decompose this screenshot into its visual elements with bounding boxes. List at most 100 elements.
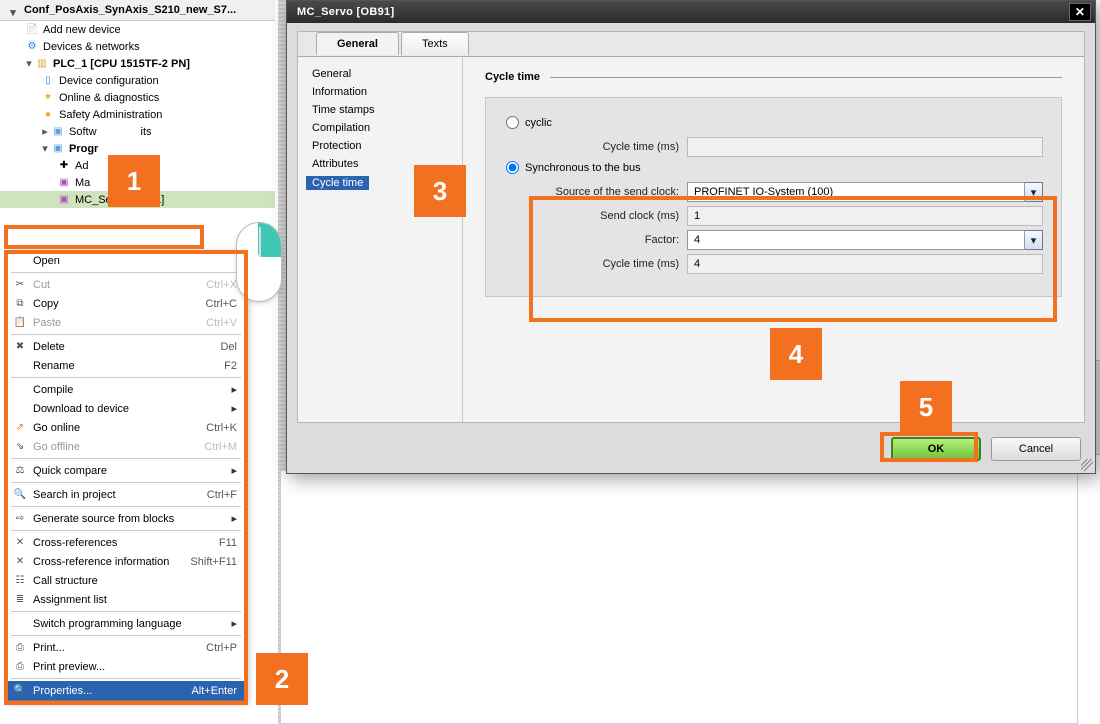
online-icon: ⇗ [12, 422, 28, 433]
properties-dialog: MC_Servo [OB91] ✕ General Texts General … [286, 0, 1096, 474]
delete-icon: ✖ [12, 341, 28, 352]
generate-icon: ⇨ [12, 513, 28, 524]
dropdown-arrow-icon[interactable]: ▾ [1025, 182, 1043, 202]
plc-icon: ▥ [34, 57, 50, 71]
ok-button[interactable]: OK [891, 437, 981, 461]
ctx-compile[interactable]: Compile▸ [7, 380, 245, 399]
separator [11, 678, 241, 679]
ctx-xref[interactable]: ✕Cross-referencesF11 [7, 533, 245, 552]
separator [11, 334, 241, 335]
nav-compilation[interactable]: Compilation [298, 119, 462, 137]
tab-texts[interactable]: Texts [401, 32, 469, 55]
ctx-call-structure[interactable]: ☷Call structure [7, 571, 245, 590]
tab-general[interactable]: General [316, 32, 399, 55]
tree-device-config[interactable]: ▯Device configuration [0, 72, 275, 89]
ctx-quick-compare[interactable]: ⚖Quick compare▸ [7, 461, 245, 480]
safety-icon: ● [40, 108, 56, 122]
dialog-title: MC_Servo [OB91] [297, 6, 394, 18]
cycle-time-form: cyclic Cycle time (ms) Synchronous to th… [485, 97, 1062, 297]
list-icon: ≣ [12, 594, 28, 605]
separator [11, 506, 241, 507]
separator [11, 458, 241, 459]
annotation-badge-3: 3 [414, 165, 466, 217]
nav-information[interactable]: Information [298, 83, 462, 101]
separator [11, 482, 241, 483]
ctx-delete[interactable]: ✖DeleteDel [7, 337, 245, 356]
diagnostics-icon: ✶ [40, 91, 56, 105]
ctx-gen-source[interactable]: ⇨Generate source from blocks▸ [7, 509, 245, 528]
dropdown-arrow-icon[interactable]: ▾ [1025, 230, 1043, 250]
nav-protection[interactable]: Protection [298, 137, 462, 155]
print-icon: ⎙ [12, 642, 28, 653]
radio-cyclic[interactable] [506, 116, 519, 129]
folder-icon: ▣ [50, 125, 66, 139]
section-heading: Cycle time [485, 71, 540, 83]
ctx-xref-info[interactable]: ✕Cross-reference informationShift+F11 [7, 552, 245, 571]
label-cycle-time: Cycle time (ms) [504, 141, 679, 153]
chevron-right-icon: ▸ [231, 383, 237, 396]
tree-plc[interactable]: ▾▥PLC_1 [CPU 1515TF-2 PN] [0, 55, 275, 72]
label-cycle-time-result: Cycle time (ms) [504, 258, 679, 270]
mouse-graphic [236, 222, 282, 302]
input-send-clock: 1 [687, 206, 1043, 226]
copy-icon: ⧉ [12, 298, 28, 309]
ctx-properties[interactable]: 🔍Properties...Alt+Enter [7, 681, 245, 700]
cancel-button[interactable]: Cancel [991, 437, 1081, 461]
select-factor[interactable]: 4 [687, 230, 1025, 250]
ctx-copy[interactable]: ⧉CopyCtrl+C [7, 294, 245, 313]
add-icon: 📄 [24, 23, 40, 37]
chevron-right-icon: ▸ [40, 125, 50, 138]
nav-time-stamps[interactable]: Time stamps [298, 101, 462, 119]
nav-general[interactable]: General [298, 65, 462, 83]
radio-sync-row[interactable]: Synchronous to the bus [506, 161, 1043, 174]
radio-cyclic-row[interactable]: cyclic [506, 116, 1043, 129]
dialog-titlebar[interactable]: MC_Servo [OB91] ✕ [287, 1, 1095, 23]
dialog-body: General Texts General Information Time s… [297, 31, 1085, 423]
properties-icon: 🔍 [12, 685, 28, 696]
tree-online-diag[interactable]: ✶Online & diagnostics [0, 89, 275, 106]
offline-icon: ⇘ [12, 441, 28, 452]
tree-add-device[interactable]: 📄Add new device [0, 21, 275, 38]
separator [11, 635, 241, 636]
radio-sync-label: Synchronous to the bus [525, 162, 641, 174]
ctx-paste: 📋PasteCtrl+V [7, 313, 245, 332]
chevron-down-icon: ▾ [40, 142, 50, 155]
ctx-print-preview[interactable]: ⎙Print preview... [7, 657, 245, 676]
tree-devices-networks[interactable]: ⚙Devices & networks [0, 38, 275, 55]
divider [550, 77, 1062, 78]
tree-project-root[interactable]: ▾ Conf_PosAxis_SynAxis_S210_new_S7... [0, 0, 275, 21]
ctx-print[interactable]: ⎙Print...Ctrl+P [7, 638, 245, 657]
select-source-clock[interactable]: PROFINET IO-System (100) [687, 182, 1025, 202]
close-button[interactable]: ✕ [1069, 3, 1091, 21]
device-config-icon: ▯ [40, 74, 56, 88]
ctx-open[interactable]: Open [7, 251, 245, 270]
ctx-switch-lang[interactable]: Switch programming language▸ [7, 614, 245, 633]
label-send-clock: Send clock (ms) [504, 210, 679, 222]
separator [11, 530, 241, 531]
chevron-right-icon: ▸ [231, 512, 237, 525]
print-preview-icon: ⎙ [12, 661, 28, 672]
ctx-rename[interactable]: RenameF2 [7, 356, 245, 375]
annotation-badge-5: 5 [900, 381, 952, 433]
ctx-go-online[interactable]: ⇗Go onlineCtrl+K [7, 418, 245, 437]
ctx-assignment-list[interactable]: ≣Assignment list [7, 590, 245, 609]
ctx-search[interactable]: 🔍Search in projectCtrl+F [7, 485, 245, 504]
tree-safety-admin[interactable]: ●Safety Administration [0, 106, 275, 123]
separator [11, 272, 241, 273]
document-area [280, 470, 1078, 724]
cut-icon: ✂ [12, 279, 28, 290]
ctx-download[interactable]: Download to device▸ [7, 399, 245, 418]
resize-grip[interactable] [1081, 459, 1093, 471]
dialog-button-bar: OK Cancel [891, 437, 1081, 461]
add-block-icon: ✚ [56, 159, 72, 173]
ob-icon: ▣ [56, 176, 72, 190]
input-cycle-time-result: 4 [687, 254, 1043, 274]
chevron-down-icon: ▾ [8, 6, 18, 19]
tree-software-units[interactable]: ▸▣Softwits [0, 123, 275, 140]
dialog-nav: General Information Time stamps Compilat… [298, 57, 463, 422]
xref-info-icon: ✕ [12, 556, 28, 567]
chevron-right-icon: ▸ [231, 617, 237, 630]
compare-icon: ⚖ [12, 465, 28, 476]
radio-sync-bus[interactable] [506, 161, 519, 174]
context-menu: Open ✂CutCtrl+X ⧉CopyCtrl+C 📋PasteCtrl+V… [6, 250, 246, 701]
